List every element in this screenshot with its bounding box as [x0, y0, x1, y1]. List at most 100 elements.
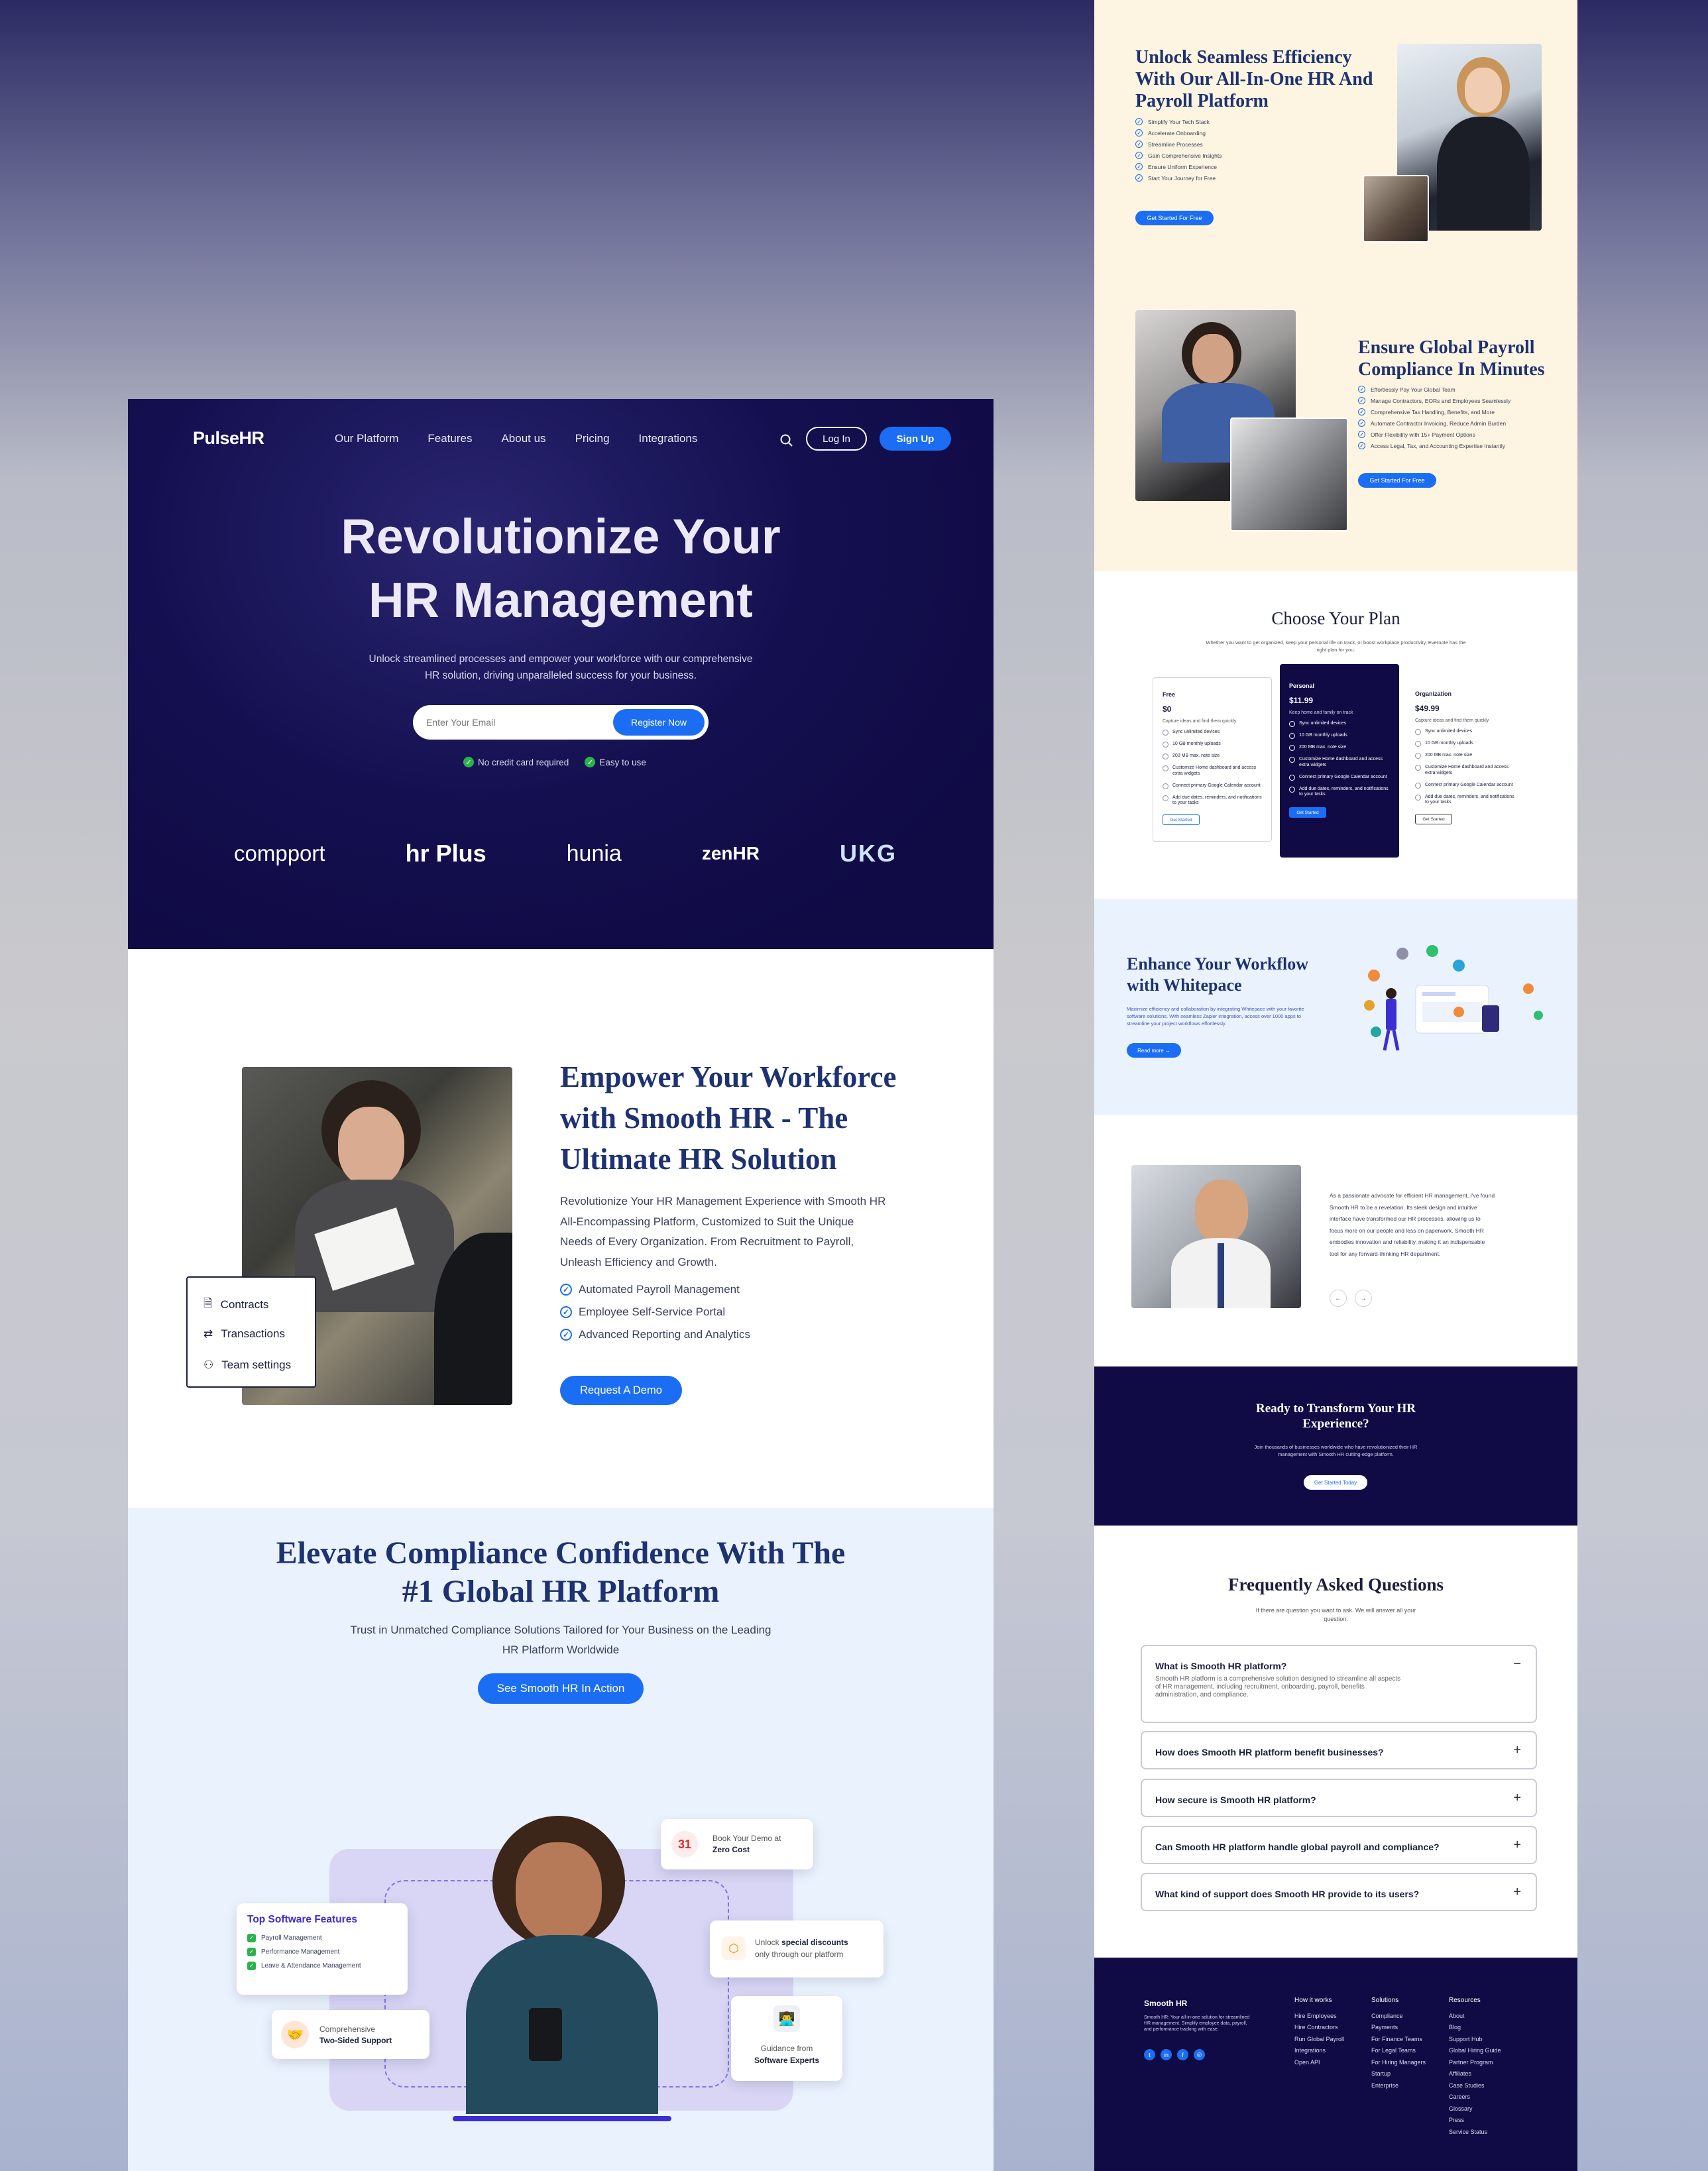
nav-about-us[interactable]: About us — [501, 432, 545, 445]
person-body — [1386, 999, 1396, 1030]
seamless-item-label: Accelerate Onboarding — [1148, 129, 1206, 137]
check-circle-icon: ✓ — [1135, 118, 1143, 125]
plus-icon[interactable]: + — [1513, 1838, 1521, 1853]
footer-link[interactable]: Case Studies — [1449, 2080, 1501, 2092]
footer-link[interactable]: About — [1449, 2011, 1501, 2023]
plus-icon[interactable]: + — [1513, 1743, 1521, 1758]
feature-label: Performance Management — [261, 1948, 340, 1956]
footer-link[interactable]: For Legal Teams — [1371, 2045, 1426, 2057]
faq-subtitle-line2: question. — [1324, 1616, 1348, 1622]
menu-item-contracts[interactable]: 🗎 Contracts — [203, 1295, 268, 1314]
twitter-icon[interactable]: t — [1144, 2049, 1155, 2060]
payroll-item-label: Offer Flexibility with 15+ Payment Optio… — [1371, 431, 1475, 438]
footer-link[interactable]: Integrations — [1294, 2045, 1344, 2057]
plan-feature: Sync unlimited devices — [1163, 730, 1262, 736]
check-circle-icon: ✓ — [1358, 419, 1365, 427]
footer-link[interactable]: Compliance — [1371, 2011, 1426, 2023]
plan-get-started-button[interactable]: Get Started — [1289, 807, 1326, 818]
footer-link[interactable]: For Finance Teams — [1371, 2034, 1426, 2046]
nav-pricing[interactable]: Pricing — [575, 432, 610, 445]
plan-get-started-button[interactable]: Get Started — [1415, 814, 1452, 824]
circle-check-icon — [1163, 795, 1168, 801]
feature-item: ✓ Automated Payroll Management — [560, 1283, 750, 1296]
footer-link[interactable]: Payments — [1371, 2022, 1426, 2034]
faq-item[interactable]: Can Smooth HR platform handle global pay… — [1141, 1826, 1537, 1864]
plan-feature-label: Add due dates, reminders, and notificati… — [1425, 794, 1514, 805]
faq-item[interactable]: What kind of support does Smooth HR prov… — [1141, 1873, 1537, 1911]
payroll-get-started-button[interactable]: Get Started For Free — [1358, 473, 1436, 488]
plus-icon[interactable]: + — [1513, 1885, 1521, 1900]
footer-link[interactable]: Startup — [1371, 2068, 1426, 2080]
plus-icon[interactable]: + — [1513, 1791, 1521, 1806]
login-button[interactable]: Log In — [806, 427, 867, 451]
plan-get-started-button[interactable]: Get Started — [1163, 814, 1200, 825]
read-more-button[interactable]: Read more → — [1127, 1043, 1181, 1058]
nav-our-platform[interactable]: Our Platform — [335, 432, 398, 445]
prev-testimonial-button[interactable]: ← — [1330, 1290, 1347, 1307]
footer-link[interactable]: Run Global Payroll — [1294, 2034, 1344, 2046]
support-line2: Two-Sided Support — [319, 2036, 392, 2045]
instagram-icon[interactable]: ◎ — [1194, 2049, 1205, 2060]
get-started-today-button[interactable]: Get Started Today — [1304, 1475, 1367, 1490]
see-in-action-button[interactable]: See Smooth HR In Action — [478, 1673, 644, 1704]
footer-link[interactable]: Support Hub — [1449, 2034, 1501, 2046]
plan-feature: Customize Home dashboard and access extr… — [1415, 765, 1516, 777]
nav-features[interactable]: Features — [427, 432, 472, 445]
footer-link[interactable]: Service Status — [1449, 2127, 1501, 2139]
support-card: 🤝 Comprehensive Two-Sided Support — [272, 2010, 429, 2059]
footer-link[interactable]: Press — [1449, 2115, 1501, 2127]
footer-link[interactable]: Blog — [1449, 2022, 1501, 2034]
circle-check-icon — [1289, 745, 1295, 751]
menu-item-transactions[interactable]: ⇄ Transactions — [203, 1327, 285, 1341]
plans-subtitle-line1: Whether you want to get organized, keep … — [1206, 640, 1466, 645]
plan-feature: Customize Home dashboard and access extr… — [1163, 765, 1262, 777]
faq-item[interactable]: How does Smooth HR platform benefit busi… — [1141, 1731, 1537, 1769]
linkedin-icon[interactable]: in — [1161, 2049, 1172, 2060]
menu-item-team-settings[interactable]: ⚇ Team settings — [203, 1359, 291, 1372]
email-input[interactable] — [426, 712, 598, 733]
footer-link[interactable]: Hire Contractors — [1294, 2022, 1344, 2034]
read-more-label: Read more — [1137, 1047, 1164, 1054]
footer-link[interactable]: Open API — [1294, 2057, 1344, 2069]
search-icon[interactable] — [779, 433, 794, 448]
seamless-item-label: Ensure Uniform Experience — [1148, 163, 1217, 170]
footer-link[interactable]: For Hiring Managers — [1371, 2057, 1426, 2069]
footer-link[interactable]: Partner Program — [1449, 2057, 1501, 2069]
logo-hrplus: hr Plus — [405, 840, 486, 867]
check-circle-icon: ✓ — [1358, 431, 1365, 438]
faq-item[interactable]: How secure is Smooth HR platform? + — [1141, 1779, 1537, 1817]
footer-brand[interactable]: Smooth HR — [1144, 1999, 1187, 2008]
request-demo-button[interactable]: Request A Demo — [560, 1376, 682, 1405]
footer-link[interactable]: Glossary — [1449, 2103, 1501, 2115]
register-button[interactable]: Register Now — [613, 709, 705, 736]
footer-link[interactable]: Hire Employees — [1294, 2011, 1344, 2023]
seamless-get-started-button[interactable]: Get Started For Free — [1135, 211, 1214, 225]
plan-feature-label: Connect primary Google Calendar account — [1299, 774, 1387, 779]
check-circle-icon: ✓ — [1135, 163, 1143, 170]
signup-button[interactable]: Sign Up — [880, 427, 951, 451]
partner-logos: compport hr Plus hunia zenHR UKG — [234, 840, 897, 867]
plan-feature: Connect primary Google Calendar account — [1289, 774, 1390, 781]
faq-item-open[interactable]: What is Smooth HR platform? − Smooth HR … — [1141, 1645, 1537, 1723]
book-demo-line2: Zero Cost — [712, 1845, 750, 1854]
next-testimonial-button[interactable]: → — [1355, 1290, 1372, 1307]
nav-integrations[interactable]: Integrations — [639, 432, 698, 445]
plan-feature-label: Customize Home dashboard and access extr… — [1172, 765, 1257, 776]
calendar-icon: 31 — [671, 1831, 698, 1858]
plan-feature: Add due dates, reminders, and notificati… — [1163, 795, 1262, 807]
discount-line1a: Unlock — [755, 1938, 782, 1947]
minus-icon[interactable]: − — [1513, 1657, 1521, 1672]
landing-page-left: PulseHR Our Platform Features About us P… — [128, 399, 994, 2171]
plan-feature: Sync unlimited devices — [1289, 721, 1390, 727]
footer-link[interactable]: Careers — [1449, 2091, 1501, 2103]
footer-link[interactable]: Enterprise — [1371, 2080, 1426, 2092]
brand-logo[interactable]: PulseHR — [193, 428, 264, 449]
plan-feature: 10 GB monthly uploads — [1289, 733, 1390, 739]
logo-zenhr: zenHR — [701, 843, 760, 863]
footer-link[interactable]: Global Hiring Guide — [1449, 2045, 1501, 2057]
plans-title: Choose Your Plan — [1271, 608, 1400, 628]
tie — [1218, 1243, 1224, 1308]
footer-link[interactable]: Affiliates — [1449, 2068, 1501, 2080]
badge-no-card-text: No credit card required — [478, 757, 569, 767]
facebook-icon[interactable]: f — [1177, 2049, 1188, 2060]
